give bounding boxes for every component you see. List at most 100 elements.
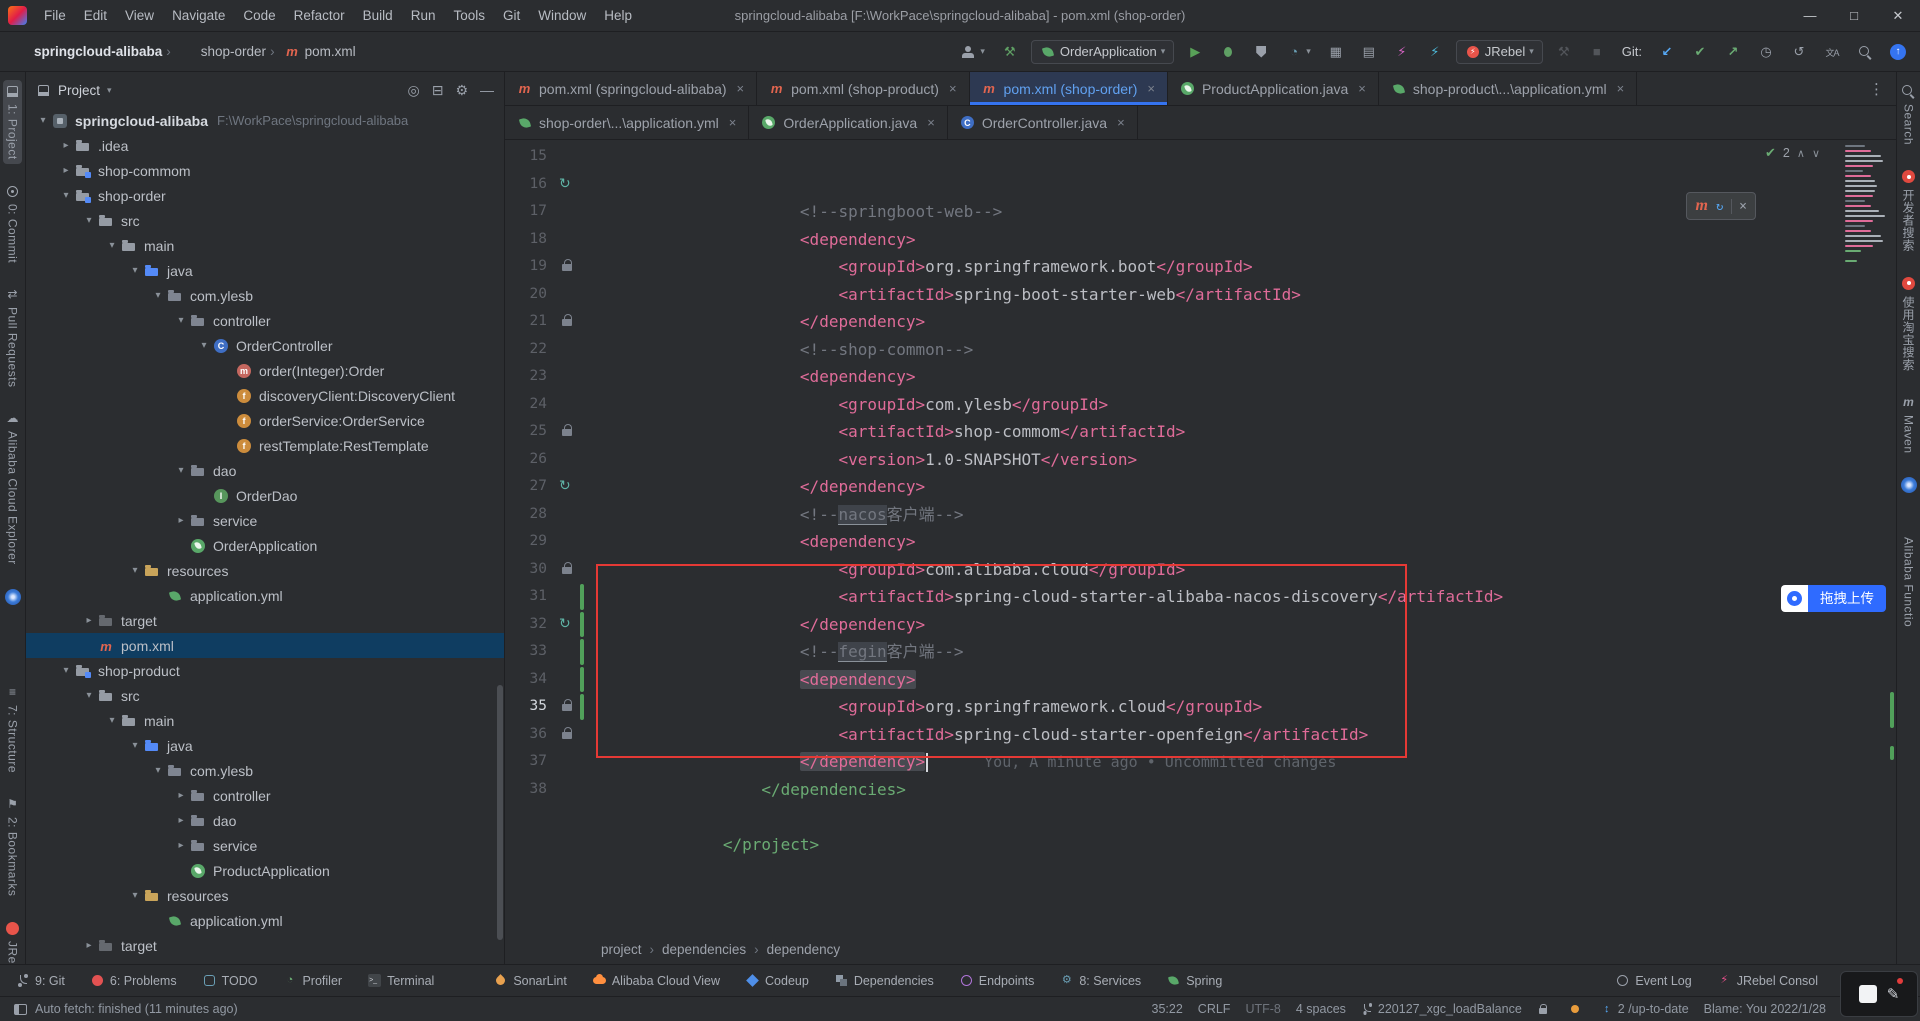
tool-git[interactable]: 9: Git: [16, 974, 65, 988]
tree-row[interactable]: application.yml: [26, 583, 504, 608]
tool-search[interactable]: Search: [1899, 80, 1918, 149]
menu-item[interactable]: Window: [529, 0, 595, 31]
close-icon[interactable]: ×: [1117, 115, 1125, 130]
jrebel-run-button[interactable]: [1390, 41, 1414, 63]
breadcrumb-item[interactable]: pom.xml: [270, 44, 356, 59]
code-text[interactable]: <!--nacos客户端-->: [588, 446, 1896, 525]
tree-expand-icon[interactable]: ▾: [80, 215, 98, 226]
code-line[interactable]: 29 <artifactId>spring-cloud-starter-alib…: [505, 528, 1896, 606]
code-text[interactable]: <dependency>: [588, 473, 1896, 551]
gutter-icon[interactable]: [557, 693, 579, 721]
gutter-icon[interactable]: [557, 721, 579, 749]
breadcrumb-item[interactable]: springcloud-alibaba: [14, 44, 162, 59]
tree-row[interactable]: OrderApplication: [26, 533, 504, 558]
drag-upload-badge[interactable]: 拖拽上传: [1781, 585, 1886, 612]
menu-item[interactable]: Git: [494, 0, 529, 31]
tree-row[interactable]: OrderDao: [26, 483, 504, 508]
tool-codeup[interactable]: Codeup: [746, 974, 809, 988]
code-text[interactable]: </project>: [588, 776, 1896, 854]
close-icon[interactable]: ×: [927, 115, 935, 130]
tree-expand-icon[interactable]: ▾: [126, 890, 144, 901]
reload-icon[interactable]: ↻: [1716, 199, 1723, 213]
code-text[interactable]: <version>1.0-SNAPSHOT</version>: [588, 391, 1896, 469]
tool-terminal[interactable]: Terminal: [368, 974, 434, 988]
code-line[interactable]: 28 <groupId>com.alibaba.cloud</groupId>: [505, 501, 1896, 579]
code-editor[interactable]: 15 <!--springboot-web--> 16 ↻ <dependenc…: [505, 140, 1896, 934]
breadcrumb-item[interactable]: dependency: [754, 942, 841, 957]
code-line[interactable]: 36 </dependencies>: [505, 721, 1896, 799]
code-text[interactable]: [588, 748, 1896, 776]
tree-row[interactable]: ▾ java: [26, 258, 504, 283]
menu-item[interactable]: Refactor: [285, 0, 354, 31]
code-text[interactable]: <!--springboot-web-->: [588, 143, 1896, 221]
gutter-icon[interactable]: [557, 583, 579, 611]
tool-windows-toggle-icon[interactable]: [14, 1003, 27, 1015]
tree-row[interactable]: ▾ springcloud-alibaba F:\WorkPace\spring…: [26, 108, 504, 133]
editor-tab[interactable]: OrderApplication.java ×: [749, 106, 948, 139]
close-icon[interactable]: ×: [1358, 81, 1366, 96]
tool-structure[interactable]: 7: Structure: [3, 681, 22, 777]
tree-expand-icon[interactable]: ▾: [126, 740, 144, 751]
code-text[interactable]: <dependency>: [588, 611, 1896, 689]
tool-alibaba-functions[interactable]: Alibaba Functio: [1899, 513, 1918, 631]
tool-endpoints[interactable]: Endpoints: [960, 974, 1034, 988]
git-push-button[interactable]: [1721, 41, 1745, 63]
inspections-widget[interactable]: ✔ 2 ∧ ∨: [1765, 145, 1820, 161]
tool-taobao-search[interactable]: 使用淘宝搜索: [1898, 272, 1919, 375]
line-number[interactable]: 17: [505, 198, 557, 226]
tree-expand-icon[interactable]: ▾: [149, 765, 167, 776]
close-button[interactable]: ✕: [1876, 0, 1920, 31]
tree-row[interactable]: ▾ shop-product: [26, 658, 504, 683]
git-commit-button[interactable]: [1688, 41, 1712, 63]
gutter-icon[interactable]: [557, 556, 579, 584]
gutter-icon[interactable]: [557, 226, 579, 254]
debug-button[interactable]: [1216, 41, 1240, 63]
gutter-icon[interactable]: [557, 143, 579, 171]
tree-expand-icon[interactable]: ▸: [172, 840, 190, 851]
run-button[interactable]: [1183, 41, 1207, 63]
tree-expand-icon[interactable]: ▾: [103, 240, 121, 251]
code-text[interactable]: <groupId>org.springframework.cloud</grou…: [588, 638, 1896, 716]
menu-item[interactable]: File: [35, 0, 75, 31]
menu-item[interactable]: Code: [234, 0, 284, 31]
close-icon[interactable]: ×: [737, 81, 745, 96]
prev-issue-icon[interactable]: ∧: [1797, 147, 1805, 160]
tree-row[interactable]: ▾ main: [26, 708, 504, 733]
tool-profiler[interactable]: Profiler: [283, 974, 342, 988]
stop-button[interactable]: [1585, 41, 1609, 63]
tool-alibaba-cloud-view[interactable]: Alibaba Cloud View: [592, 974, 720, 988]
menu-item[interactable]: View: [116, 0, 163, 31]
tree-expand-icon[interactable]: ▾: [57, 190, 75, 201]
tool-cloud-disc[interactable]: [3, 585, 23, 609]
line-number[interactable]: 20: [505, 281, 557, 309]
gutter-icon[interactable]: [557, 171, 579, 199]
rollback-button[interactable]: [1787, 41, 1811, 63]
tree-expand-icon[interactable]: ▸: [57, 140, 75, 151]
code-text[interactable]: </dependency>: [588, 556, 1896, 634]
gutter-icon[interactable]: [557, 748, 579, 776]
menu-item[interactable]: Help: [595, 0, 641, 31]
menu-item[interactable]: Run: [402, 0, 445, 31]
tool-jrebel-console[interactable]: JRebel Consol: [1718, 974, 1818, 988]
tree-row[interactable]: ▸ target: [26, 608, 504, 633]
tree-row[interactable]: ▸ controller: [26, 783, 504, 808]
tree-expand-icon[interactable]: ▸: [80, 615, 98, 626]
tree-row[interactable]: ▾ controller: [26, 308, 504, 333]
gutter-icon[interactable]: [557, 501, 579, 529]
gutter-icon[interactable]: [557, 391, 579, 419]
line-number[interactable]: 32: [505, 611, 557, 639]
tool-services[interactable]: 8: Services: [1060, 974, 1141, 988]
tool-todo[interactable]: TODO: [203, 974, 257, 988]
line-number[interactable]: 22: [505, 336, 557, 364]
line-number[interactable]: 34: [505, 666, 557, 694]
code-text[interactable]: <groupId>com.ylesb</groupId>: [588, 336, 1896, 414]
gutter-icon[interactable]: [557, 198, 579, 226]
tool-bookmarks[interactable]: 2: Bookmarks: [3, 793, 22, 900]
code-line[interactable]: 38 </project>: [505, 776, 1896, 854]
collaborators-icon[interactable]: ▾: [956, 41, 989, 63]
gutter-icon[interactable]: [557, 473, 579, 501]
line-number[interactable]: 26: [505, 446, 557, 474]
line-number[interactable]: 16: [505, 171, 557, 199]
code-line[interactable]: 15 <!--springboot-web-->: [505, 143, 1896, 221]
code-text[interactable]: <artifactId>spring-cloud-starter-alibaba…: [588, 528, 1896, 606]
